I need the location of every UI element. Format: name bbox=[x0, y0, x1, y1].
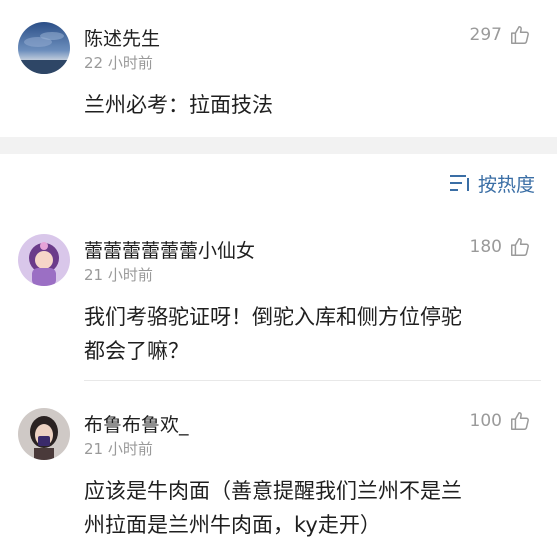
post-author-name[interactable]: 陈述先生 bbox=[84, 24, 160, 51]
post-content: 兰州必考：拉面技法 bbox=[84, 93, 273, 117]
section-separator bbox=[0, 137, 557, 154]
thumbs-up-icon[interactable] bbox=[509, 410, 531, 432]
comment-author-avatar[interactable] bbox=[18, 408, 70, 460]
sort-button[interactable]: 按热度 bbox=[448, 170, 535, 196]
comment-like-count: 100 bbox=[469, 411, 502, 431]
sort-label: 按热度 bbox=[478, 173, 536, 196]
comment-text-line: 我们考骆驼证呀！倒驼入库和侧方位停驼 bbox=[84, 305, 462, 329]
comment-author-name[interactable]: 蕾蕾蕾蕾蕾蕾小仙女 bbox=[84, 236, 255, 263]
post-time: 22 小时前 bbox=[84, 54, 153, 72]
selfie-avatar-image bbox=[18, 408, 70, 460]
comment-author-avatar[interactable] bbox=[18, 234, 70, 286]
comment-text-line: 都会了嘛？ bbox=[84, 339, 189, 363]
comment-author-name[interactable]: 布鲁布鲁欢_ bbox=[84, 410, 189, 437]
thumbs-up-icon[interactable] bbox=[509, 236, 531, 258]
sky-landscape-avatar-image bbox=[18, 22, 70, 74]
comment-like-count: 180 bbox=[469, 237, 502, 257]
comment-text-line: 应该是牛肉面（善意提醒我们兰州不是兰 bbox=[84, 479, 462, 503]
comment-divider bbox=[84, 380, 541, 381]
comment-text-line: 州拉面是兰州牛肉面，ky走开） bbox=[84, 513, 381, 537]
comment-time: 21 小时前 bbox=[84, 266, 153, 284]
sort-lines-icon bbox=[450, 175, 469, 191]
post-author-avatar[interactable] bbox=[18, 22, 70, 74]
comment-time: 21 小时前 bbox=[84, 440, 153, 458]
post-like-count: 297 bbox=[469, 25, 502, 45]
cartoon-girl-avatar-image bbox=[18, 234, 70, 286]
thumbs-up-icon[interactable] bbox=[509, 24, 531, 46]
